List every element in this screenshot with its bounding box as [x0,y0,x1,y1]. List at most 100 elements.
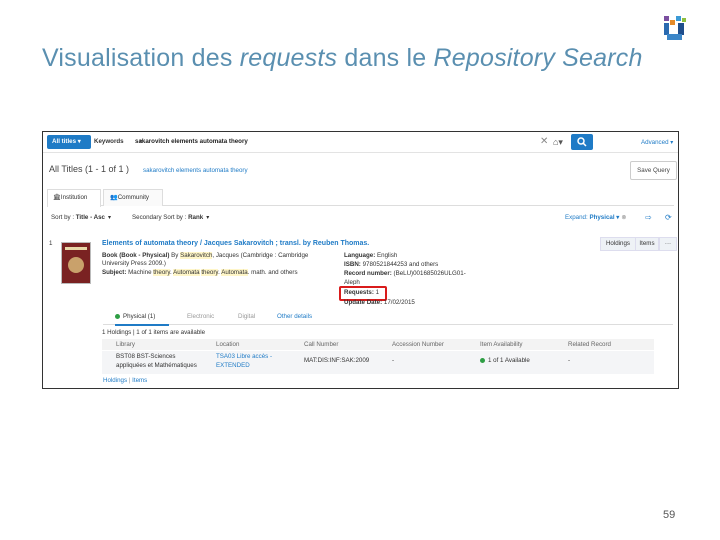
expand-dropdown[interactable]: Expand: Physical ▾ ⊗ [565,214,627,221]
subject-label: Subject: [102,269,127,276]
items-link[interactable]: Items [132,377,147,384]
tab-label: Physical (1) [123,313,156,320]
field-value: 17/02/2015 [382,299,415,306]
page-number: 59 [663,509,676,521]
available-dot-icon [115,313,120,319]
inventory-tabs: Physical (1) Electronic Digital Other de… [103,310,673,326]
alma-screenshot: All titles ▾ Keywords ▾ sakarovitch elem… [42,131,679,389]
sort-label: Sort by : [51,214,76,221]
subject-highlight: theory [201,269,219,276]
cell-location-link[interactable]: EXTENDED [216,362,250,369]
col-location: Location [216,341,240,348]
table-row[interactable]: BST08 BST-Sciences appliquées et Mathéma… [102,351,654,374]
record-publisher-line: University Press 2009.) [102,260,166,267]
record-number-cont: Aleph [344,279,360,285]
slide-title: Visualisation des requests dans le Repos… [42,44,643,73]
home-icon[interactable]: ⌂▾ [553,135,563,149]
update-date-field: Update Date: 17/02/2015 [344,299,415,306]
chevron-down-icon: ▾ [108,214,112,221]
tab-institution[interactable]: 🏛Institution [47,189,101,207]
university-logo [664,16,686,40]
tab-other-details[interactable]: Other details [277,310,312,324]
community-icon: 👥 [110,194,118,201]
field-value: English [375,252,398,259]
table-header: Library Location Call Number Accession N… [102,339,654,350]
field-label: Keywords [94,138,124,145]
cell-location-link[interactable]: TSA03 Libre accès - [216,353,272,360]
tab-community[interactable]: 👥Community [103,189,163,206]
record-subject-line: Subject: Machine theory. Automata theory… [102,269,298,276]
subject-text: . math. and others [247,269,298,276]
advanced-search-link[interactable]: Advanced ▾ [641,139,673,146]
refresh-icon[interactable]: ⟳ [665,213,672,222]
cell-library: appliquées et Mathématiques [116,362,197,369]
author-highlight: Sakarovitch [180,252,213,259]
field-label: Record number: [344,270,392,277]
col-related-record: Related Record [568,341,611,348]
by-label: By [169,252,181,259]
col-call-number: Call Number [304,341,339,348]
items-button[interactable]: Items [635,237,659,251]
expand-value: Physical ▾ [589,214,620,221]
title-emphasis: Repository Search [433,44,643,72]
title-part: Visualisation des [42,44,240,72]
col-library: Library [116,341,135,348]
record-index: 1 [49,240,53,247]
holdings-summary: 1 Holdings | 1 of 1 items are available [102,329,206,336]
cell-related: - [568,357,571,364]
expand-label: Expand: [565,214,590,221]
export-icon[interactable]: ⇨ [645,213,652,222]
results-tabs: 🏛Institution 👥Community [47,189,674,207]
secondary-sort-label: Secondary Sort by : [132,214,189,221]
isbn-field: ISBN: 9780521844253 and others [344,261,438,268]
clear-icon[interactable]: ✕ [540,135,548,149]
search-bar: All titles ▾ Keywords ▾ sakarovitch elem… [43,132,678,153]
subject-highlight: Automata [173,269,200,276]
tab-digital[interactable]: Digital [238,310,255,324]
holdings-button[interactable]: Holdings [600,237,636,251]
cell-call-number: MAT:DIS:INF:SAK:2009 [304,357,370,364]
availability-text: 1 of 1 Available [488,357,530,364]
record-type: Book (Book - Physical) [102,252,170,259]
col-accession-number: Accession Number [392,341,444,348]
field-label: Update Date: [344,299,383,306]
holdings-footer-links: Holdings | Items [103,377,147,384]
institution-icon: 🏛 [53,194,61,201]
subject-highlight: theory [153,269,170,276]
language-field: Language: English [344,252,397,259]
search-icon [577,137,587,147]
title-emphasis: requests [239,44,338,72]
sort-value: Title - Asc [75,214,105,221]
col-item-availability: Item Availability [480,341,523,348]
field-value: (BeLU)001685026ULG01- [391,270,466,277]
field-value: 9780521844253 and others [360,261,439,268]
title-part: dans le [337,44,434,72]
subject-highlight: Automata [221,269,248,276]
holdings-link[interactable]: Holdings [103,377,127,384]
cell-library: BST08 BST-Sciences [116,353,176,360]
sort-dropdown[interactable]: Sort by : Title - Asc ▾ [51,214,111,221]
more-actions-button[interactable]: ··· [659,237,677,251]
scope-dropdown[interactable]: All titles ▾ [47,135,91,149]
secondary-sort-value: Rank [188,214,204,221]
field-label: Language: [344,252,376,259]
record-title-link[interactable]: Elements of automata theory / Jacques Sa… [102,240,369,247]
sort-bar: Sort by : Title - Asc ▾ Secondary Sort by… [43,210,678,226]
results-query-link[interactable]: sakarovitch elements automata theory [143,167,248,174]
record-type-line: Book (Book - Physical) By Sakarovitch, J… [102,252,308,259]
search-button[interactable] [571,134,593,150]
clear-icon[interactable]: ⊗ [621,214,626,221]
search-input[interactable]: sakarovitch elements automata theory [135,135,553,149]
results-title: All Titles (1 - 1 of 1 ) [49,164,130,174]
secondary-sort-dropdown[interactable]: Secondary Sort by : Rank ▾ [132,214,209,221]
record-number-field: Record number: (BeLU)001685026ULG01- [344,270,466,277]
cell-accession: - [392,357,395,364]
publisher-text: , Jacques (Cambridge : Cambridge [212,252,309,259]
tab-label: Institution [60,194,88,201]
cell-availability: 1 of 1 Available [480,357,530,364]
book-cover-thumbnail[interactable] [61,242,91,284]
chevron-down-icon: ▾ [206,214,210,221]
tab-electronic[interactable]: Electronic [187,310,214,324]
tab-physical[interactable]: Physical (1) [115,310,169,326]
save-query-button[interactable]: Save Query [630,161,677,180]
